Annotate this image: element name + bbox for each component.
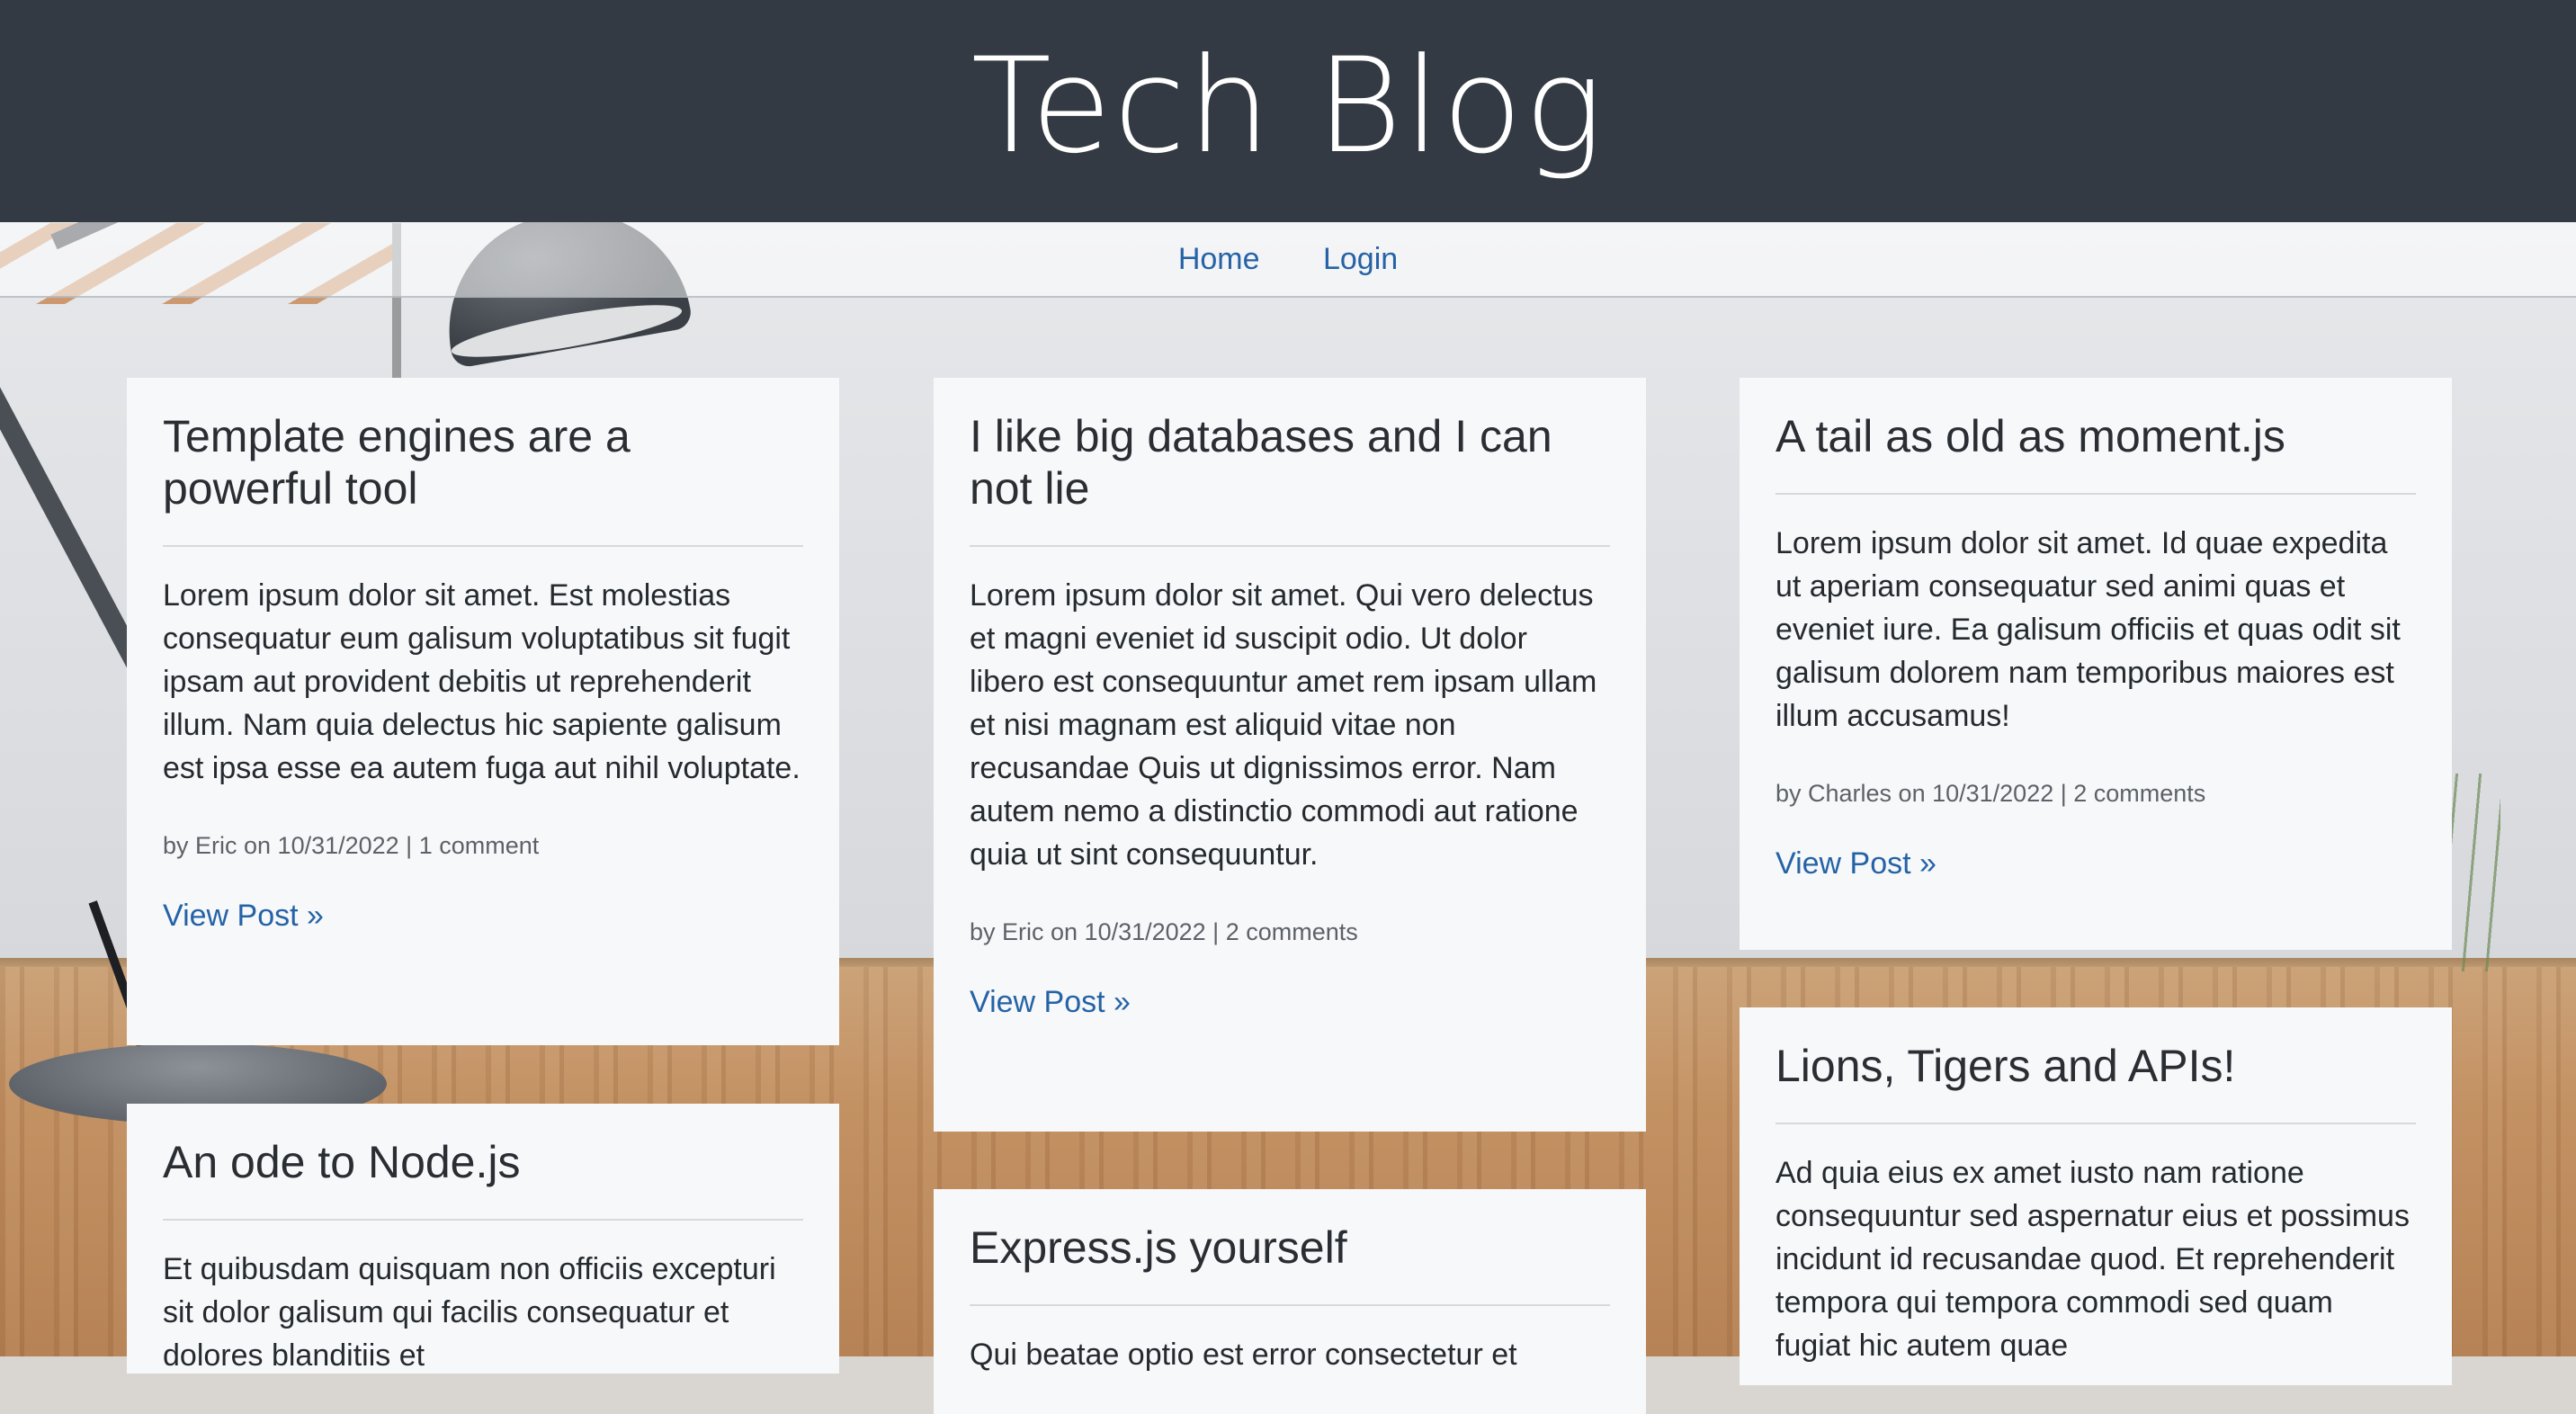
post-excerpt: Ad quia eius ex amet iusto nam ratione c… [1775,1156,2410,1363]
background-plant [2446,774,2500,971]
post-excerpt: Lorem ipsum dolor sit amet. Qui vero del… [970,578,1597,872]
site-header: Tech Blog [0,0,2576,222]
post-title[interactable]: An ode to Node.js [163,1136,803,1188]
post-divider [1775,493,2416,495]
post-card: Express.js yourself Qui beatae optio est… [934,1189,1646,1414]
post-excerpt: Lorem ipsum dolor sit amet. Id quae expe… [1775,526,2401,733]
post-title[interactable]: I like big databases and I can not lie [970,410,1610,515]
post-divider [1775,1123,2416,1124]
post-card: Template engines are a powerful tool Lor… [127,378,839,1045]
view-post-link[interactable]: View Post » [163,896,324,935]
post-meta: by Eric on 10/31/2022 | 1 comment [163,832,540,859]
post-excerpt: Qui beatae optio est error consectetur e… [970,1338,1517,1372]
post-title[interactable]: Lions, Tigers and APIs! [1775,1040,2416,1092]
post-title[interactable]: Template engines are a powerful tool [163,410,803,515]
post-title[interactable]: A tail as old as moment.js [1775,410,2416,462]
post-card: Lions, Tigers and APIs! Ad quia eius ex … [1740,1007,2452,1385]
post-divider [970,1304,1610,1306]
view-post-link[interactable]: View Post » [1775,844,1936,883]
main-nav: Home Login [0,222,2576,298]
post-excerpt: Et quibusdam quisquam non officiis excep… [163,1252,776,1373]
post-meta: by Charles on 10/31/2022 | 2 comments [1775,780,2206,807]
post-card: I like big databases and I can not lie L… [934,378,1646,1132]
post-divider [163,1219,803,1221]
post-meta: by Eric on 10/31/2022 | 2 comments [970,918,1358,945]
post-card: A tail as old as moment.js Lorem ipsum d… [1740,378,2452,950]
nav-home-link[interactable]: Home [1178,222,1260,296]
post-title[interactable]: Express.js yourself [970,1222,1610,1274]
post-card: An ode to Node.js Et quibusdam quisquam … [127,1104,839,1374]
nav-login-link[interactable]: Login [1323,222,1398,296]
view-post-link[interactable]: View Post » [970,982,1131,1022]
post-divider [163,545,803,547]
post-excerpt: Lorem ipsum dolor sit amet. Est molestia… [163,578,801,785]
site-title: Tech Blog [970,30,1606,183]
post-divider [970,545,1610,547]
